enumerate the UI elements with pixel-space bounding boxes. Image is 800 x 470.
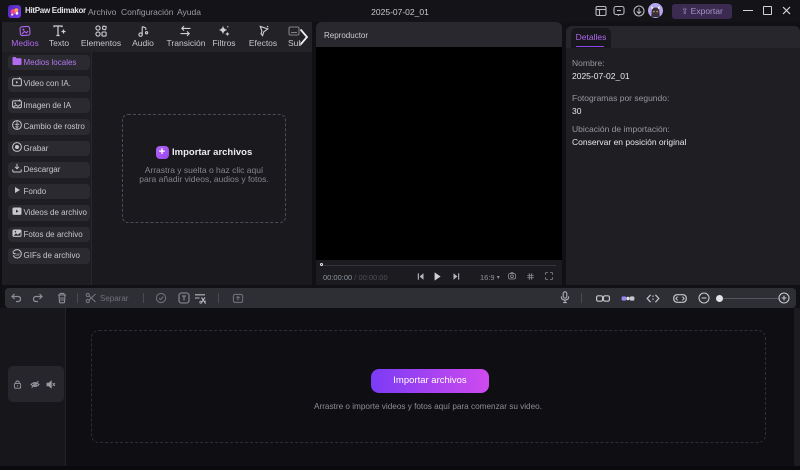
svg-text:GIF: GIF xyxy=(14,253,21,257)
